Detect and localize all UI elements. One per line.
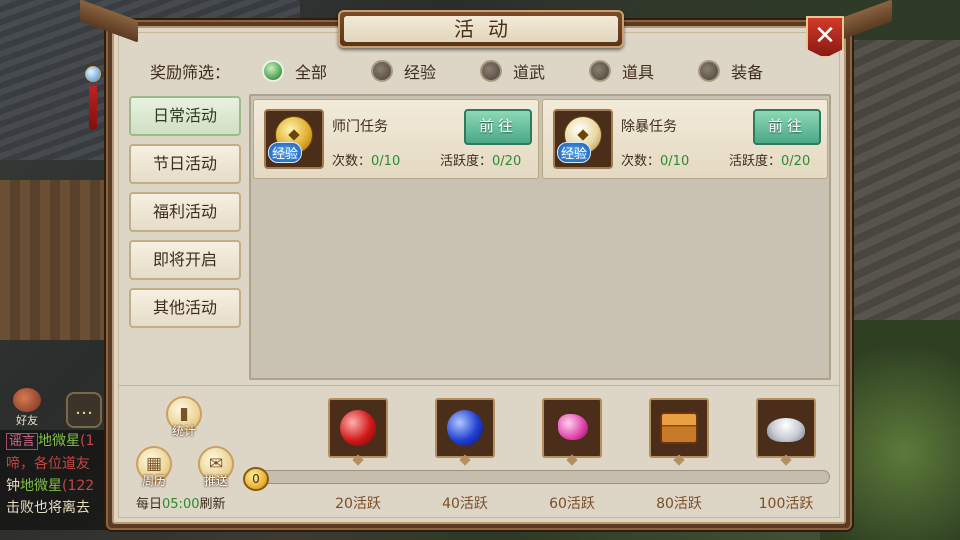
chat-log[interactable]: 谣言 地微星(1 啼，各位道友 钟地微星(122 击败也将离去	[0, 430, 112, 530]
tab-daily[interactable]: 日常活动	[129, 96, 241, 136]
reward-chest-40[interactable]	[435, 398, 495, 458]
go-button[interactable]: 前往	[464, 109, 532, 145]
hanging-charm-icon	[82, 52, 104, 142]
chat-line: 钟地微星(122	[6, 478, 95, 494]
go-button[interactable]: 前往	[753, 109, 821, 145]
activity-card: 经验 除暴任务 次数：0/10 活跃度：0/20 前往	[542, 99, 828, 179]
tab-welfare[interactable]: 福利活动	[129, 192, 241, 232]
activity-count: 次数：0/10	[332, 154, 401, 169]
red-orb-icon	[340, 410, 376, 446]
reward-filter: 奖励筛选： 全部 经验 道武 道具 装备	[150, 58, 807, 84]
friend-icon	[13, 388, 41, 412]
reward-threshold-label: 20活跃	[335, 496, 381, 512]
activity-points: 活跃度：0/20	[729, 154, 811, 169]
stone-wall	[840, 40, 960, 320]
reward-threshold-label: 80活跃	[656, 496, 702, 512]
yinyang-coin-icon: 经验	[553, 109, 613, 169]
calendar-button[interactable]: ▦ 周历	[134, 446, 174, 496]
chat-line: 击败也将离去	[6, 500, 90, 516]
filter-option-exp[interactable]: 经验	[371, 59, 436, 83]
tab-upcoming[interactable]: 即将开启	[129, 240, 241, 280]
stats-button[interactable]: ▮ 统计	[164, 396, 204, 446]
reward-threshold-label: 40活跃	[442, 496, 488, 512]
activity-count: 次数：0/10	[621, 154, 690, 169]
activity-card: 经验 师门任务 次数：0/10 活跃度：0/20 前往	[253, 99, 539, 179]
activity-name: 除暴任务	[621, 119, 677, 135]
dialog-title: 活动	[344, 16, 618, 42]
reward-chest-100[interactable]	[756, 398, 816, 458]
reward-threshold-label: 100活跃	[758, 496, 814, 512]
activity-points: 活跃度：0/20	[440, 154, 522, 169]
silver-ingot-icon	[767, 418, 805, 442]
divider	[118, 385, 840, 386]
filter-option-equipment[interactable]: 装备	[698, 59, 763, 83]
activity-progress-bar	[258, 470, 830, 484]
chat-bubble-icon[interactable]: …	[66, 392, 102, 428]
blue-orb-icon	[447, 410, 483, 446]
treasure-chest-icon	[660, 412, 698, 444]
exp-tag: 经验	[557, 142, 592, 163]
friend-button[interactable]: 好友	[4, 388, 50, 428]
radio-icon	[589, 60, 612, 82]
activity-name: 师门任务	[332, 119, 388, 135]
filter-label: 奖励筛选：	[150, 63, 231, 82]
tab-other[interactable]: 其他活动	[129, 288, 241, 328]
radio-icon	[371, 60, 394, 82]
chat-line: 啼，各位道友	[6, 456, 90, 472]
activity-list[interactable]: 经验 师门任务 次数：0/10 活跃度：0/20 前往 经验 除暴任务 次数：0…	[249, 94, 831, 380]
radio-icon	[698, 60, 721, 82]
friend-label: 好友	[16, 414, 38, 427]
category-tabs: 日常活动 节日活动 福利活动 即将开启 其他活动	[129, 96, 241, 336]
exp-tag: 经验	[268, 142, 303, 163]
dialog-title-plate: 活动	[338, 10, 624, 48]
filter-option-all[interactable]: 全部	[262, 59, 327, 83]
filter-option-daowu[interactable]: 道武	[480, 59, 545, 83]
filter-option-items[interactable]: 道具	[589, 59, 654, 83]
daily-refresh-text: 每日05:00刷新	[136, 497, 226, 512]
reward-chest-20[interactable]	[328, 398, 388, 458]
reward-chest-60[interactable]	[542, 398, 602, 458]
current-activity-badge: 0	[243, 467, 269, 491]
reward-threshold-label: 60活跃	[549, 496, 595, 512]
tab-festival[interactable]: 节日活动	[129, 144, 241, 184]
chat-line: 谣言 地微星(1	[6, 430, 112, 453]
pink-gems-icon	[558, 414, 588, 440]
radio-selected-icon	[262, 60, 284, 82]
push-button[interactable]: ✉ 推送	[196, 446, 236, 496]
close-icon: ✕	[814, 21, 836, 51]
wooden-deck	[0, 180, 120, 340]
coin-icon: 经验	[264, 109, 324, 169]
radio-icon	[480, 60, 503, 82]
reward-chest-80[interactable]	[649, 398, 709, 458]
